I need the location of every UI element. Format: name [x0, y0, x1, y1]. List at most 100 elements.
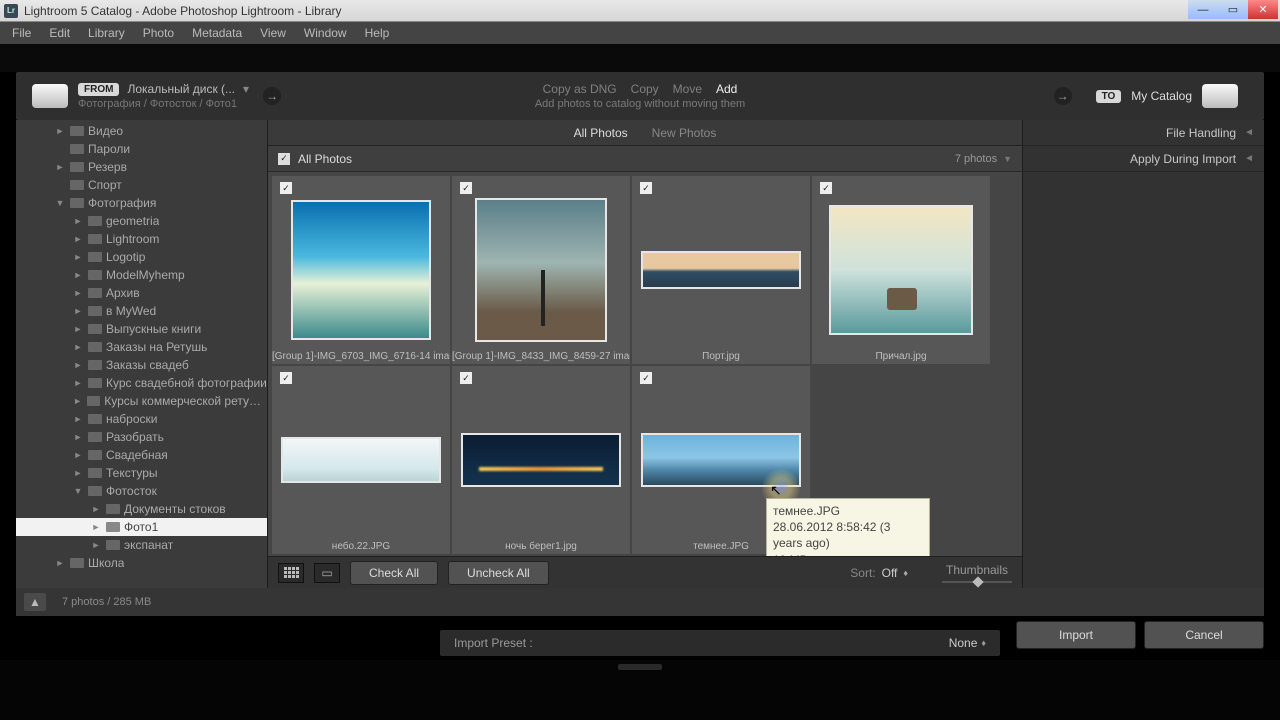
sort-value[interactable]: Off	[882, 566, 898, 580]
thumbnail-checkbox[interactable]: ✓	[460, 182, 472, 194]
thumbnail-cell[interactable]: ✓Причал.jpg	[812, 176, 990, 364]
source-drive-icon[interactable]	[32, 84, 68, 108]
section-checkbox[interactable]: ✓	[278, 153, 290, 165]
thumbnail-cell[interactable]: ✓Порт.jpg	[632, 176, 810, 364]
folder-row[interactable]: ►Выпускные книги	[16, 320, 267, 338]
disclosure-icon[interactable]: ►	[90, 522, 102, 532]
folder-row[interactable]: ►Документы стоков	[16, 500, 267, 518]
folder-row[interactable]: ▼Фотография	[16, 194, 267, 212]
folder-row[interactable]: ►Школа	[16, 554, 267, 572]
op-copy[interactable]: Copy	[631, 82, 659, 96]
sort-dropdown-icon[interactable]: ♦	[903, 568, 908, 578]
disclosure-icon[interactable]: ►	[72, 396, 83, 406]
folder-row[interactable]: ►Текстуры	[16, 464, 267, 482]
thumbnail-checkbox[interactable]: ✓	[460, 372, 472, 384]
disclosure-icon[interactable]: ►	[72, 252, 84, 262]
disclosure-icon[interactable]: ►	[72, 216, 84, 226]
folder-row[interactable]: ►geometria	[16, 212, 267, 230]
op-move[interactable]: Move	[673, 82, 702, 96]
thumbnail-checkbox[interactable]: ✓	[640, 372, 652, 384]
folder-row[interactable]: ►Разобрать	[16, 428, 267, 446]
from-dropdown-icon[interactable]: ▾	[243, 82, 249, 96]
menu-help[interactable]: Help	[357, 24, 398, 42]
thumbnail-checkbox[interactable]: ✓	[640, 182, 652, 194]
menu-file[interactable]: File	[4, 24, 39, 42]
folder-row[interactable]: ►в MyWed	[16, 302, 267, 320]
disclosure-icon[interactable]: ►	[90, 540, 102, 550]
thumbnail-size-slider[interactable]	[942, 581, 1012, 583]
menu-edit[interactable]: Edit	[41, 24, 78, 42]
disclosure-icon[interactable]: ►	[72, 270, 84, 280]
disclosure-icon[interactable]: ►	[72, 288, 84, 298]
dest-drive-icon[interactable]	[1202, 84, 1238, 108]
disclosure-icon[interactable]: ►	[72, 432, 84, 442]
folder-row[interactable]: ►экспанат	[16, 536, 267, 554]
folder-row[interactable]: Пароли	[16, 140, 267, 158]
thumbnail-cell[interactable]: ✓небо.22.JPG	[272, 366, 450, 554]
disclosure-icon[interactable]: ►	[72, 342, 84, 352]
expand-up-button[interactable]: ▲	[24, 593, 46, 611]
folder-row[interactable]: ▼Фотосток	[16, 482, 267, 500]
disclosure-icon[interactable]: ►	[72, 378, 84, 388]
thumbnail-checkbox[interactable]: ✓	[820, 182, 832, 194]
to-label[interactable]: My Catalog	[1131, 89, 1192, 103]
folder-row[interactable]: ►Свадебная	[16, 446, 267, 464]
folder-row[interactable]: Спорт	[16, 176, 267, 194]
folder-row[interactable]: ►Резерв	[16, 158, 267, 176]
folder-row[interactable]: ►Фото1	[16, 518, 267, 536]
thumbnail-checkbox[interactable]: ✓	[280, 372, 292, 384]
minimize-button[interactable]: —	[1188, 0, 1218, 19]
thumbnail-cell[interactable]: ✓ночь берег1.jpg	[452, 366, 630, 554]
loupe-view-button[interactable]: ▭	[314, 563, 340, 583]
menu-photo[interactable]: Photo	[135, 24, 182, 42]
disclosure-icon[interactable]: ►	[72, 234, 84, 244]
disclosure-icon[interactable]: ►	[72, 468, 84, 478]
check-all-button[interactable]: Check All	[350, 561, 438, 585]
menu-view[interactable]: View	[252, 24, 294, 42]
op-copy-dng[interactable]: Copy as DNG	[543, 82, 617, 96]
import-button[interactable]: Import	[1016, 621, 1136, 649]
disclosure-icon[interactable]: ►	[54, 558, 66, 568]
preset-value[interactable]: None	[949, 636, 978, 650]
disclosure-icon[interactable]: ►	[72, 324, 84, 334]
disclosure-icon[interactable]: ►	[72, 306, 84, 316]
folder-row[interactable]: ►Заказы на Ретушь	[16, 338, 267, 356]
disclosure-icon[interactable]: ►	[90, 504, 102, 514]
thumbnail-checkbox[interactable]: ✓	[280, 182, 292, 194]
tab-all-photos[interactable]: All Photos	[574, 126, 628, 140]
file-handling-section[interactable]: File Handling◄	[1023, 120, 1264, 146]
maximize-button[interactable]: ▭	[1218, 0, 1248, 19]
menu-metadata[interactable]: Metadata	[184, 24, 250, 42]
from-path[interactable]: Локальный диск (...	[127, 82, 235, 96]
section-dropdown-icon[interactable]: ▼	[1003, 154, 1012, 164]
disclosure-icon[interactable]: ►	[54, 162, 66, 172]
op-add[interactable]: Add	[716, 82, 737, 96]
disclosure-icon[interactable]: ►	[72, 450, 84, 460]
disclosure-icon[interactable]: ▼	[72, 486, 84, 496]
apply-during-import-section[interactable]: Apply During Import◄	[1023, 146, 1264, 172]
folder-row[interactable]: ►Logotip	[16, 248, 267, 266]
folder-row[interactable]: ►Видео	[16, 122, 267, 140]
uncheck-all-button[interactable]: Uncheck All	[448, 561, 549, 585]
import-preset-bar[interactable]: Import Preset : None ♦	[440, 630, 1000, 656]
grid-view-button[interactable]	[278, 563, 304, 583]
disclosure-icon[interactable]: ▼	[54, 198, 66, 208]
folder-row[interactable]: ►Заказы свадеб	[16, 356, 267, 374]
close-button[interactable]: ✕	[1248, 0, 1278, 19]
disclosure-icon[interactable]: ►	[54, 126, 66, 136]
disclosure-icon[interactable]: ►	[72, 360, 84, 370]
folder-row[interactable]: ►Lightroom	[16, 230, 267, 248]
folder-row[interactable]: ►ModelMyhemp	[16, 266, 267, 284]
thumbnail-cell[interactable]: ✓[Group 1]-IMG_8433_IMG_8459-27 images..…	[452, 176, 630, 364]
tab-new-photos[interactable]: New Photos	[652, 126, 717, 140]
preset-dropdown-icon[interactable]: ♦	[981, 638, 986, 648]
menu-window[interactable]: Window	[296, 24, 355, 42]
thumbnail-cell[interactable]: ✓[Group 1]-IMG_6703_IMG_6716-14 images..…	[272, 176, 450, 364]
folder-row[interactable]: ►Архив	[16, 284, 267, 302]
disclosure-icon[interactable]: ►	[72, 414, 84, 424]
cancel-button[interactable]: Cancel	[1144, 621, 1264, 649]
folder-row[interactable]: ►Курс свадебной фотографии	[16, 374, 267, 392]
folder-row[interactable]: ►Курсы коммерческой ретуши ...	[16, 392, 267, 410]
menu-library[interactable]: Library	[80, 24, 133, 42]
folder-row[interactable]: ►наброски	[16, 410, 267, 428]
